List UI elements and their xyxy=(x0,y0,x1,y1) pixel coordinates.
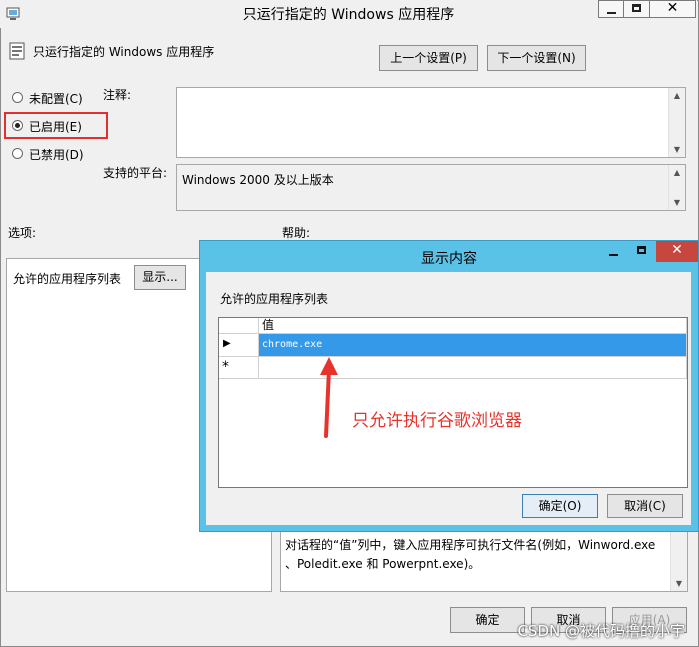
not-configured-label: 未配置(C) xyxy=(29,92,83,106)
disabled-label: 已禁用(D) xyxy=(29,148,84,162)
close-button[interactable]: ✕ xyxy=(649,0,696,18)
help-label: 帮助: xyxy=(282,226,311,240)
disabled-radio[interactable] xyxy=(12,148,23,159)
help-text-line-1: 对话程的“值”列中，键入应用程序可执行文件名(例如，Winword.exe xyxy=(285,538,656,552)
options-label: 选项: xyxy=(8,226,37,240)
platform-field: Windows 2000 及以上版本 ▲ ▼ xyxy=(176,164,686,211)
scroll-down-icon[interactable]: ▼ xyxy=(669,198,685,207)
grid-cell-value[interactable]: chrome.exe xyxy=(259,334,687,357)
minimize-button[interactable] xyxy=(598,0,624,18)
close-icon: ✕ xyxy=(671,242,683,258)
scroll-down-icon[interactable]: ▼ xyxy=(669,145,685,154)
enabled-radio[interactable] xyxy=(12,120,23,131)
row-marker[interactable]: ▶ xyxy=(219,334,259,357)
scroll-down-icon[interactable]: ▼ xyxy=(671,579,687,588)
comment-scrollbar[interactable]: ▲ ▼ xyxy=(668,88,685,157)
enabled-label: 已启用(E) xyxy=(29,120,82,134)
new-row-icon: * xyxy=(222,359,229,375)
help-text-line-2: 、Poledit.exe 和 Powerpnt.exe)。 xyxy=(285,557,481,571)
show-button[interactable]: 显示... xyxy=(134,265,186,290)
maximize-icon xyxy=(632,4,641,12)
dialog-body: 允许的应用程序列表 值 ▶ chrome.exe * 只允许执行谷歌浏览器 确定… xyxy=(206,272,691,525)
dialog-cancel-button[interactable]: 取消(C) xyxy=(607,494,683,518)
platform-scrollbar[interactable]: ▲ ▼ xyxy=(668,165,685,210)
close-icon: ✕ xyxy=(666,0,679,16)
title-bar[interactable]: 只运行指定的 Windows 应用程序 ✕ xyxy=(0,0,697,28)
maximize-icon xyxy=(637,246,646,254)
comment-textarea[interactable]: ▲ ▼ xyxy=(176,87,686,158)
values-grid[interactable]: 值 ▶ chrome.exe * xyxy=(218,317,688,488)
platform-label: 支持的平台: xyxy=(103,166,168,180)
minimize-icon xyxy=(607,12,616,14)
maximize-button[interactable] xyxy=(623,0,650,18)
dialog-list-label: 允许的应用程序列表 xyxy=(220,292,329,306)
scroll-up-icon[interactable]: ▲ xyxy=(669,168,685,177)
minimize-icon xyxy=(609,254,618,256)
annotation-text: 只允许执行谷歌浏览器 xyxy=(352,411,522,431)
comment-label: 注释: xyxy=(103,88,132,102)
watermark: CSDN @被代码撸的小宇 xyxy=(517,622,685,640)
platform-value: Windows 2000 及以上版本 xyxy=(182,173,334,187)
ok-button[interactable]: 确定 xyxy=(450,607,525,633)
previous-setting-button[interactable]: 上一个设置(P) xyxy=(379,45,478,71)
allowed-list-label: 允许的应用程序列表 xyxy=(13,272,122,286)
dialog-minimize-button[interactable] xyxy=(600,241,627,261)
help-scrollbar[interactable]: ▼ xyxy=(670,529,687,591)
current-row-icon: ▶ xyxy=(223,338,231,349)
next-setting-button[interactable]: 下一个设置(N) xyxy=(487,45,586,71)
grid-corner-cell xyxy=(219,318,259,334)
not-configured-radio[interactable] xyxy=(12,92,23,103)
dialog-ok-button[interactable]: 确定(O) xyxy=(522,494,598,518)
annotation-arrow xyxy=(320,357,338,438)
show-contents-dialog: 显示内容 ✕ 允许的应用程序列表 值 ▶ chrome.exe * 只允许执行谷… xyxy=(199,240,699,532)
dialog-close-button[interactable]: ✕ xyxy=(656,241,698,262)
dialog-maximize-button[interactable] xyxy=(628,241,655,261)
row-marker[interactable]: * xyxy=(219,357,259,379)
radio-selected-dot xyxy=(15,123,20,128)
window-title: 只运行指定的 Windows 应用程序 xyxy=(242,7,455,23)
grid-column-header[interactable]: 值 xyxy=(259,318,687,334)
policy-setting-icon xyxy=(9,42,25,60)
policy-name: 只运行指定的 Windows 应用程序 xyxy=(33,45,215,59)
scroll-up-icon[interactable]: ▲ xyxy=(669,91,685,100)
